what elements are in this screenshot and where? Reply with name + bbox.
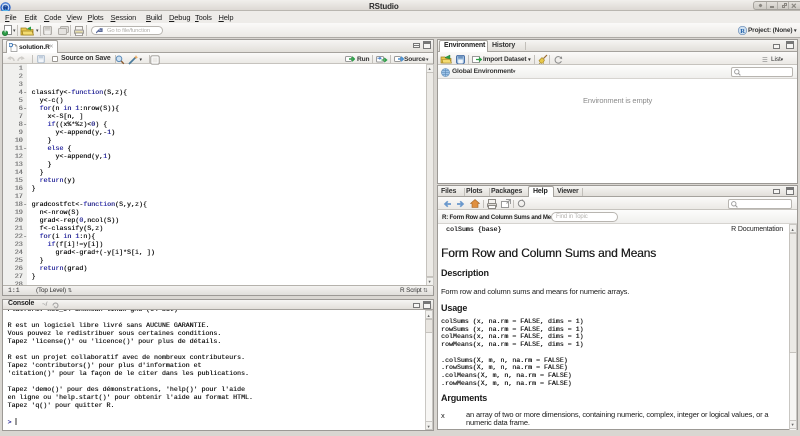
svg-text:R: R <box>740 28 745 35</box>
